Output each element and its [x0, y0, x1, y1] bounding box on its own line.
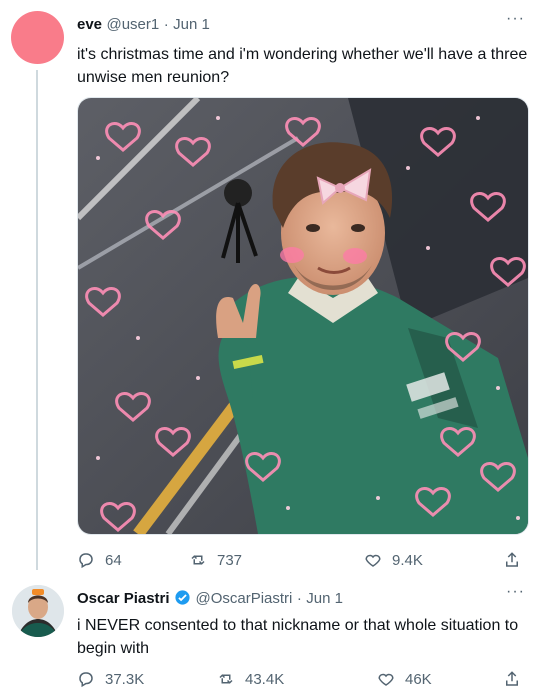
tweet-actions: 37.3K 43.4K 46K: [77, 668, 527, 690]
tweet-date[interactable]: Jun 1: [173, 16, 210, 33]
more-options-icon[interactable]: ···: [506, 583, 525, 601]
tweet-header: eve @user1 · Jun 1: [77, 16, 497, 34]
like-button[interactable]: 46K: [377, 670, 432, 688]
retweet-count: 43.4K: [245, 670, 285, 688]
tweet-text: it's christmas time and i'm wondering wh…: [77, 46, 528, 86]
share-icon: [506, 552, 518, 567]
reply-icon: [79, 553, 93, 569]
retweet-icon: [191, 555, 205, 565]
like-button[interactable]: 9.4K: [364, 551, 423, 569]
tweet-image[interactable]: [77, 97, 529, 535]
share-icon: [506, 671, 518, 686]
reply-button[interactable]: 64: [77, 551, 122, 569]
thread-connector-line: [36, 70, 38, 570]
separator: ·: [296, 590, 302, 607]
separator: ·: [163, 16, 169, 33]
retweet-count: 737: [217, 551, 243, 569]
selfie-photo: [78, 98, 528, 534]
reply-button[interactable]: 37.3K: [77, 670, 144, 688]
retweet-button[interactable]: 43.4K: [217, 670, 284, 688]
tweet-text: i NEVER consented to that nickname or th…: [77, 617, 519, 657]
reply-icon: [79, 672, 93, 688]
tweet-header: Oscar Piastri @OscarPiastri · Jun 1: [77, 589, 497, 611]
share-button[interactable]: [503, 551, 521, 569]
author-name[interactable]: Oscar Piastri: [77, 590, 170, 607]
avatar[interactable]: [12, 585, 64, 637]
author-handle[interactable]: @OscarPiastri: [195, 590, 292, 607]
heart-icon: [378, 673, 394, 686]
like-count: 9.4K: [392, 551, 423, 569]
like-count: 46K: [405, 670, 432, 688]
avatar[interactable]: [11, 11, 64, 64]
tweet-actions: 64 737 9.4K: [77, 549, 527, 571]
avatar-photo: [12, 585, 64, 637]
retweet-icon: [219, 674, 233, 684]
author-name[interactable]: eve: [77, 16, 102, 33]
share-button[interactable]: [503, 670, 521, 688]
author-handle[interactable]: @user1: [106, 16, 159, 33]
reply-count: 37.3K: [105, 670, 145, 688]
reply-count: 64: [105, 551, 122, 569]
more-options-icon[interactable]: ···: [506, 10, 525, 28]
heart-icon: [365, 554, 381, 567]
tweet-date[interactable]: Jun 1: [306, 590, 343, 607]
verified-badge-icon: [174, 589, 191, 611]
retweet-button[interactable]: 737: [189, 551, 242, 569]
